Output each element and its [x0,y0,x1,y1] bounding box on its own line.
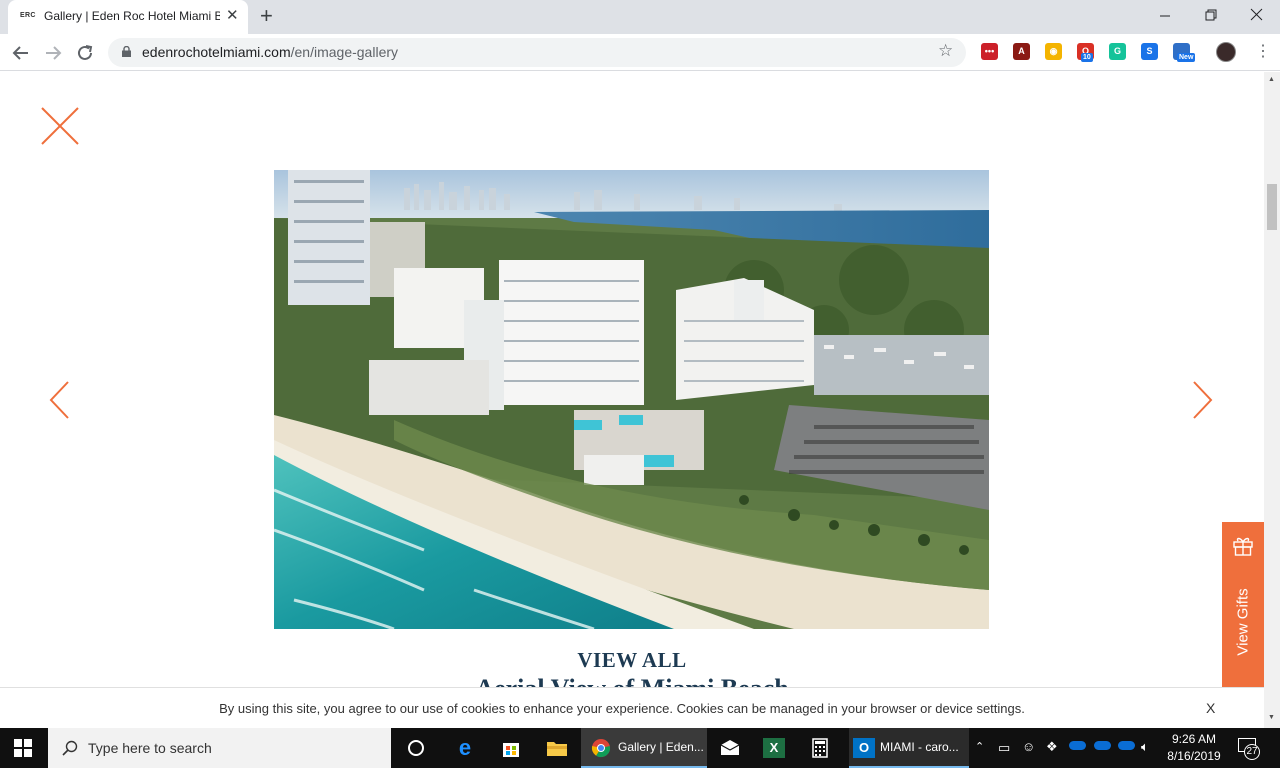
favicon-icon: ERC [20,12,36,19]
back-icon[interactable] [10,44,34,62]
clock-date[interactable]: 8/16/2019 [1164,749,1224,763]
action-center-icon[interactable]: 27 [1238,738,1260,760]
windows-taskbar: Type here to search e Gallery | Eden... … [0,728,1280,768]
url-text: edenrochotelmiami.com/en/image-gallery [142,44,398,60]
browser-toolbar: edenrochotelmiami.com/en/image-gallery ☆… [0,34,1280,71]
browser-tab[interactable]: ERC Gallery | Eden Roc Hotel Miami B ✕ [8,0,248,34]
outlook-task[interactable]: O MIAMI - caro... [849,728,969,768]
onedrive-business-icon[interactable] [1094,741,1111,750]
bookmark-star-icon[interactable]: ☆ [938,41,953,61]
edge-icon[interactable]: e [453,736,477,760]
chrome-task[interactable]: Gallery | Eden... [581,728,707,768]
clock-time[interactable]: 9:26 AM [1164,732,1224,746]
onedrive-alt-icon[interactable] [1118,741,1135,750]
outlook-task-label: MIAMI - caro... [880,740,959,754]
calculator-icon[interactable] [808,736,832,760]
acrobat-icon[interactable]: A [1013,43,1030,60]
profile-avatar[interactable] [1216,42,1236,62]
reload-icon[interactable] [75,43,99,63]
gift-label-wrapper: View Gifts [1224,582,1262,662]
previous-arrow-icon[interactable] [48,380,72,420]
excel-icon[interactable]: X [763,738,785,758]
close-gallery-icon[interactable] [40,106,80,146]
store-icon[interactable] [499,736,523,760]
volume-icon[interactable]: 🔈︎ [1141,739,1149,755]
lock-icon [122,46,131,57]
windows-start-icon[interactable] [14,739,32,757]
page-scrollbar[interactable]: ▲ ▼ [1264,72,1280,728]
gallery-page: VIEW ALL Aerial View of Miami Beach View… [0,72,1264,687]
onedrive-icon[interactable] [1069,741,1086,750]
file-explorer-icon[interactable] [545,736,569,760]
menu-kebab-icon[interactable]: ⋮ [1255,41,1271,61]
minimize-icon[interactable] [1155,8,1175,24]
cookie-close-button[interactable]: X [1206,700,1215,716]
people-icon[interactable]: ☺ [1022,739,1035,754]
tab-title: Gallery | Eden Roc Hotel Miami B [44,9,220,23]
search-icon [62,740,78,756]
cortana-icon[interactable] [404,736,428,760]
dropbox-icon[interactable]: ❖ [1046,739,1058,755]
cookie-banner: By using this site, you agree to our use… [0,687,1264,728]
scroll-thumb[interactable] [1267,184,1277,230]
view-all-link[interactable]: VIEW ALL [0,648,1264,673]
gift-icon [1233,537,1253,556]
tab-close-button[interactable]: ✕ [226,8,239,24]
mail-icon[interactable] [718,736,742,760]
address-bar[interactable]: edenrochotelmiami.com/en/image-gallery ☆ [108,38,966,67]
new-extension-icon[interactable]: New [1173,43,1196,62]
url-host: edenrochotelmiami.com [142,44,291,60]
chrome-task-label: Gallery | Eden... [618,740,704,754]
view-gifts-label: View Gifts [1234,588,1252,656]
scroll-down-icon[interactable]: ▼ [1268,714,1275,721]
new-tab-button[interactable]: + [260,5,273,27]
outlook-icon: O [853,738,875,758]
view-gifts-tab[interactable]: View Gifts [1222,522,1264,687]
forward-icon[interactable] [42,44,66,62]
notification-badge: 27 [1244,744,1260,760]
tab-strip: ERC Gallery | Eden Roc Hotel Miami B ✕ + [0,0,1280,34]
close-window-icon[interactable] [1247,6,1267,24]
gallery-photo [274,170,989,629]
search-placeholder: Type here to search [88,740,212,756]
opera-badge-badge: 10 [1081,53,1093,62]
next-arrow-icon[interactable] [1190,380,1214,420]
lastpass-icon[interactable]: ••• [981,43,998,60]
opera-badge-icon[interactable]: O 10 [1077,43,1094,62]
url-path: /en/image-gallery [290,44,399,60]
network-icon[interactable]: ▭ [998,740,1010,756]
eye-icon[interactable]: ◉ [1045,43,1062,60]
tray-chevron-icon[interactable]: ⌃ [975,740,984,753]
chrome-icon [591,739,611,758]
grammarly-icon[interactable]: G [1109,43,1126,60]
photo-caption: Aerial View of Miami Beach [0,674,1264,687]
taskbar-search-box[interactable]: Type here to search [48,728,391,768]
s-extension-icon[interactable]: S [1141,43,1158,60]
new-extension-badge: New [1177,53,1196,62]
restore-icon[interactable] [1201,8,1221,24]
cookie-text: By using this site, you agree to our use… [219,701,1025,716]
scroll-up-icon[interactable]: ▲ [1268,76,1275,83]
